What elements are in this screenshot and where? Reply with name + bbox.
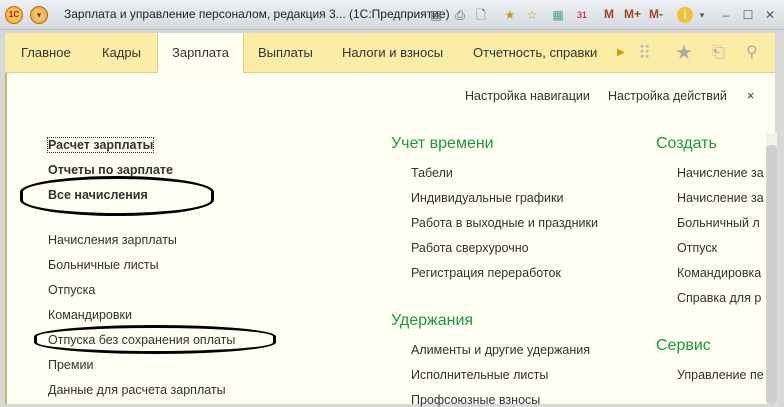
nav-salary-calc[interactable]: Расчет зарплаты [46, 137, 155, 153]
list-item[interactable]: Начисление за [677, 191, 764, 205]
section-tabs: Главное Кадры Зарплата Выплаты Налоги и … [5, 33, 775, 73]
highlight-ellipse [34, 325, 276, 354]
memory-minus-button[interactable]: M- [649, 7, 663, 21]
list-item[interactable]: Начисление за [677, 166, 764, 180]
deductions-heading: Удержания [391, 312, 474, 329]
list-item[interactable]: Справка для р [677, 291, 761, 305]
main-menu-button[interactable]: ▾ [30, 6, 48, 24]
tab-main[interactable]: Главное [21, 33, 71, 73]
list-item[interactable]: Больничный л [677, 216, 760, 230]
more-tabs-icon[interactable]: ▶ [617, 33, 625, 73]
list-item[interactable]: Командировка [677, 266, 761, 280]
nav-settings-link[interactable]: Настройка навигации [465, 89, 590, 103]
favorites-icon[interactable]: ☆ [524, 7, 540, 23]
list-item[interactable]: Премии [48, 358, 93, 372]
all-functions-icon[interactable]: ⠿ [638, 33, 651, 73]
calculator-icon[interactable]: ▦ [550, 7, 566, 23]
list-item[interactable]: Профсоюзные взносы [411, 393, 540, 407]
time-heading: Учет времени [391, 135, 494, 152]
list-item[interactable]: Данные для расчета зарплаты [48, 383, 226, 397]
tab-reports[interactable]: Отчетность, справки [473, 33, 597, 73]
calendar-icon[interactable]: 31 [574, 7, 590, 23]
list-item[interactable]: Исполнительные листы [411, 368, 548, 382]
list-item[interactable]: Начисления зарплаты [48, 233, 177, 247]
nav-salary-reports[interactable]: Отчеты по зарплате [48, 163, 173, 177]
list-item[interactable]: Индивидуальные графики [411, 191, 563, 205]
minimize-icon[interactable]: – [718, 7, 734, 23]
list-item[interactable]: Алименты и другие удержания [411, 343, 590, 357]
tab-personnel[interactable]: Кадры [102, 33, 141, 73]
tab-payments[interactable]: Выплаты [258, 33, 313, 73]
tab-taxes[interactable]: Налоги и взносы [342, 33, 443, 73]
maximize-icon[interactable]: ☐ [740, 7, 756, 23]
section-panel: Настройка навигации Настройка действий ×… [5, 73, 777, 407]
list-item[interactable]: Работа сверхурочно [411, 241, 529, 255]
list-item[interactable]: Отпуск [677, 241, 717, 255]
save-icon[interactable]: ▤ [428, 7, 444, 23]
preview-icon[interactable]: 🗋 [473, 7, 489, 23]
list-item[interactable]: Больничные листы [48, 258, 159, 272]
window-title: Зарплата и управление персоналом, редакц… [64, 7, 450, 21]
list-item[interactable]: Управление пе [677, 368, 764, 382]
memory-plus-button[interactable]: M+ [624, 7, 641, 21]
search-icon[interactable]: ⚲ [746, 33, 758, 73]
title-bar: 1С ▾ Зарплата и управление персоналом, р… [0, 0, 784, 30]
favorite-add-icon[interactable]: ★ [502, 7, 518, 23]
create-column: Начисление за Начисление за Больничный л… [677, 73, 764, 404]
print-icon[interactable]: ⎙ [452, 7, 468, 23]
list-item[interactable]: Отпуска [48, 283, 95, 297]
close-window-icon[interactable]: ✕ [762, 7, 778, 23]
list-item[interactable]: Табели [411, 166, 453, 180]
chevron-down-icon[interactable]: ▾ [694, 7, 710, 23]
info-icon[interactable]: i [677, 7, 693, 23]
list-item[interactable]: Работа в выходные и праздники [411, 216, 598, 230]
1c-logo-icon[interactable]: 1С [5, 6, 23, 24]
history-icon[interactable]: ⎗ [712, 33, 725, 73]
favorites-star-icon[interactable]: ★ [675, 33, 693, 73]
tab-salary[interactable]: Зарплата [157, 33, 244, 73]
scrollbar-thumb[interactable] [766, 145, 777, 404]
highlight-ellipse [20, 176, 214, 216]
list-item[interactable]: Командировки [48, 308, 132, 322]
list-item[interactable]: Регистрация переработок [411, 266, 561, 280]
memory-button[interactable]: M [604, 7, 614, 21]
vertical-scrollbar[interactable] [766, 133, 777, 404]
